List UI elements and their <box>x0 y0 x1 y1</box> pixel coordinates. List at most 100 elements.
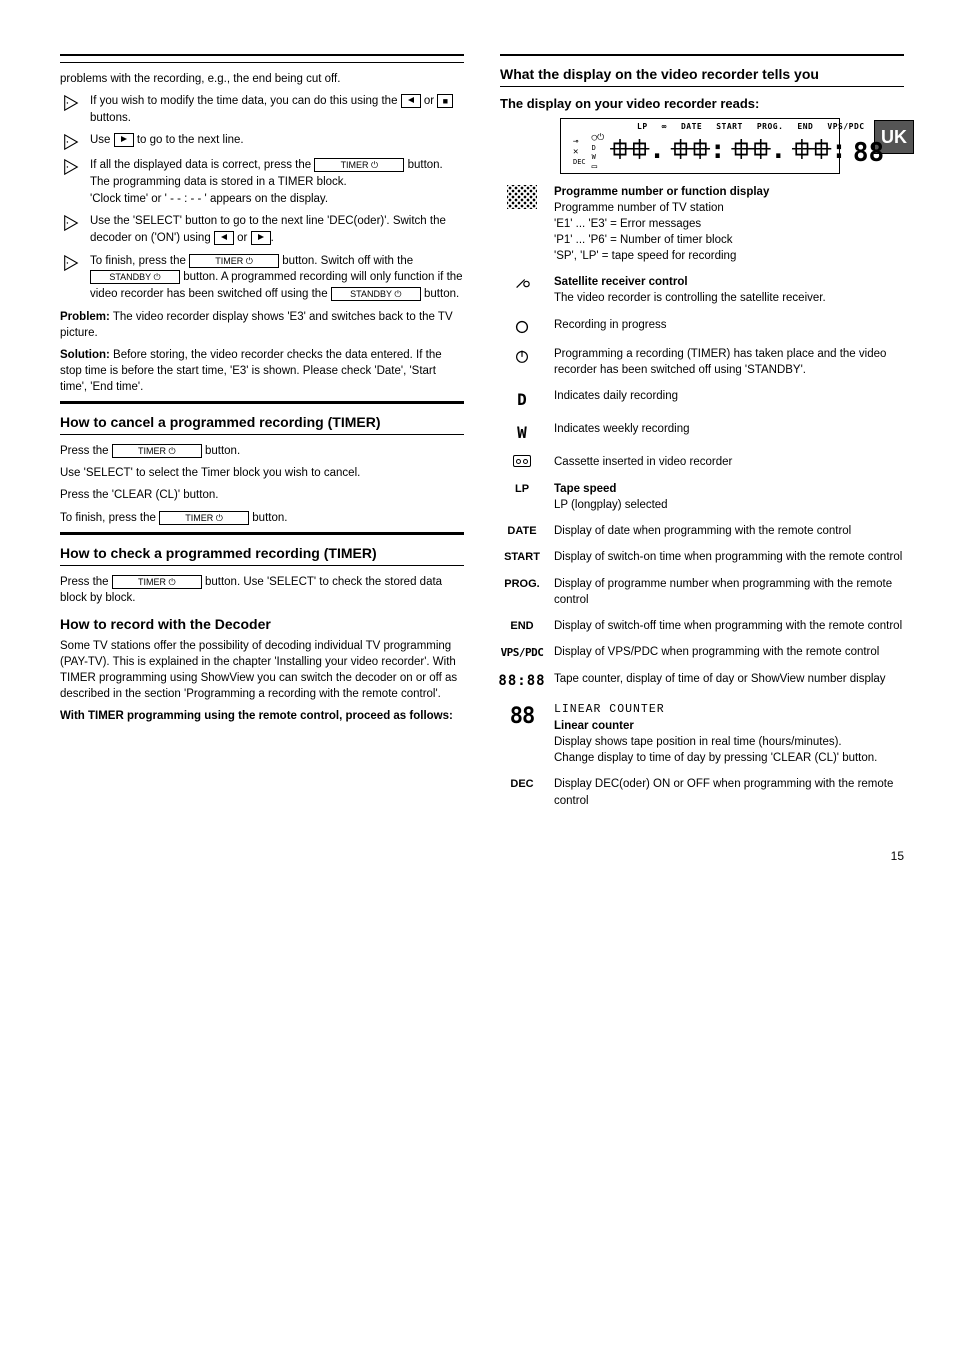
step-body: To finish, press the TIMER ⏻ button. Swi… <box>90 253 464 303</box>
cancel-step-1: Press the TIMER ⏻ button. <box>60 443 464 459</box>
vps-icon: VPS/PDC <box>500 644 544 660</box>
play-icon <box>60 253 82 272</box>
line: Programme number of TV station <box>554 200 904 216</box>
step-text-c: buttons. <box>90 112 131 124</box>
rule-thin <box>60 565 464 566</box>
right-column: What the display on the video recorder t… <box>500 54 904 819</box>
date-icon: DATE <box>500 523 544 539</box>
text: button. <box>424 288 459 300</box>
line: Change display to time of day by pressin… <box>554 752 877 764</box>
legend-start: START Display of switch-on time when pro… <box>500 549 904 565</box>
seg-88-icon: 88 <box>500 701 544 733</box>
line: Indicates daily recording <box>554 390 678 402</box>
solution-text: Before storing, the video recorder check… <box>60 349 442 393</box>
line: Tape counter, display of time of day or … <box>554 673 886 685</box>
play-icon <box>60 213 82 232</box>
page-number: 15 <box>60 849 904 863</box>
title: Programme number or function display <box>554 186 769 198</box>
legend-lp: LP Tape speed LP (longplay) selected <box>500 481 904 513</box>
seg-icon: ⯐⯐. <box>732 131 787 175</box>
lbl: LP <box>637 122 648 131</box>
legend-prog: PROG. Display of programme number when p… <box>500 576 904 608</box>
keycap-left <box>401 94 421 108</box>
step-text-b: or <box>424 95 437 107</box>
rule <box>60 54 464 56</box>
legend-cassette: Cassette inserted in video recorder <box>500 454 904 470</box>
step-press-timer: If all the displayed data is correct, pr… <box>60 157 464 207</box>
section-display-heading: What the display on the video recorder t… <box>500 66 904 82</box>
letter-d-icon: D <box>500 388 544 411</box>
line: Recording in progress <box>554 319 667 331</box>
legend-seg-time: 88:88 Tape counter, display of time of d… <box>500 671 904 692</box>
lbl: END <box>797 122 813 131</box>
line: Programming a recording (TIMER) has take… <box>554 348 886 376</box>
rule-thin <box>500 86 904 87</box>
seg-icon: ⯐⯐: <box>792 131 847 175</box>
play-icon <box>60 93 82 112</box>
line: Display of programme number when program… <box>554 578 892 606</box>
play-icon <box>60 157 82 176</box>
keycap-right <box>114 133 134 147</box>
mini-symbols: ⊸✕DEC <box>573 138 586 167</box>
step-text-a: If you wish to modify the time data, you… <box>90 95 401 107</box>
keycap-right <box>251 231 271 245</box>
section-check-heading: How to check a programmed recording (TIM… <box>60 545 464 561</box>
step-body: Use the 'SELECT' button to go to the nex… <box>90 213 464 246</box>
keycap-timer: TIMER ⏻ <box>112 444 202 458</box>
title2: Linear counter <box>554 720 634 732</box>
legend-satellite: Satellite receiver control The video rec… <box>500 274 904 306</box>
decoder-steps-heading: With TIMER programming using the remote … <box>60 708 464 724</box>
line: Indicates weekly recording <box>554 423 690 435</box>
keycap-standby: STANDBY ⏻ <box>90 270 180 284</box>
line: Display of switch-off time when programm… <box>554 620 902 632</box>
keycap-stop: ■ <box>437 94 453 108</box>
seg-88: 88 <box>853 138 884 168</box>
line: Display of date when programming with th… <box>554 525 851 537</box>
display-main-row: ⊸✕DEC ◯⏻D W▭ ⯐⯐. ⯐⯐: ⯐⯐. ⯐⯐: 88 <box>567 131 833 175</box>
seg-time-icon: 88:88 <box>500 671 544 692</box>
text: To finish, press the <box>90 255 189 267</box>
line: Display DEC(oder) ON or OFF when program… <box>554 778 893 806</box>
section-cancel-heading: How to cancel a programmed recording (TI… <box>60 414 464 430</box>
start-icon: START <box>500 549 544 565</box>
solution-label: Solution: <box>60 349 110 361</box>
end-icon: END <box>500 618 544 634</box>
dot-grid-icon <box>500 184 544 209</box>
legend-end: END Display of switch-off time when prog… <box>500 618 904 634</box>
step-body: Use to go to the next line. <box>90 132 464 149</box>
title-mono: LINEAR COUNTER <box>554 703 665 716</box>
keycap-timer: TIMER ⏻ <box>159 511 249 525</box>
keycap-timer: TIMER ⏻ <box>314 158 404 172</box>
problem-label: Problem: <box>60 311 110 323</box>
seg-icon: ⯐⯐. <box>610 131 665 175</box>
play-icon <box>60 132 82 151</box>
legend-recording: Recording in progress <box>500 317 904 336</box>
satellite-icon <box>500 274 544 293</box>
dec-icon: DEC <box>500 776 544 792</box>
keycap-timer: TIMER ⏻ <box>189 254 279 268</box>
legend-linear-counter: 88 LINEAR COUNTER Linear counter Display… <box>500 701 904 766</box>
problem-block: Problem: The video recorder display show… <box>60 309 464 341</box>
timer-icon <box>500 346 544 365</box>
intro-continued: problems with the recording, e.g., the e… <box>60 71 464 87</box>
legend-date: DATE Display of date when programming wi… <box>500 523 904 539</box>
legend-vps: VPS/PDC Display of VPS/PDC when programm… <box>500 644 904 660</box>
rule-heavy <box>60 401 464 404</box>
mini-symbols-2: ◯⏻D W▭ <box>592 134 605 172</box>
problem-text: The video recorder display shows 'E3' an… <box>60 311 453 339</box>
lbl: DATE <box>681 122 702 131</box>
rule-thin <box>60 62 464 63</box>
step-next-line: Use to go to the next line. <box>60 132 464 151</box>
text: 'Clock time' or ' - - : - - ' appears on… <box>90 193 328 205</box>
step-decoder: Use the 'SELECT' button to go to the nex… <box>60 213 464 246</box>
step-body: If you wish to modify the time data, you… <box>90 93 464 126</box>
line: 'E1' ... 'E3' = Error messages <box>554 216 904 232</box>
cancel-step-4: To finish, press the TIMER ⏻ button. <box>60 510 464 526</box>
line: Display of VPS/PDC when programming with… <box>554 646 879 658</box>
cancel-step-3: Press the 'CLEAR (CL)' button. <box>60 487 464 503</box>
text: button. Switch off with the <box>282 255 413 267</box>
rule-heavy <box>60 532 464 535</box>
line: 'SP', 'LP' = tape speed for recording <box>554 248 904 264</box>
keycap-left <box>214 231 234 245</box>
keycap-standby: STANDBY ⏻ <box>331 287 421 301</box>
